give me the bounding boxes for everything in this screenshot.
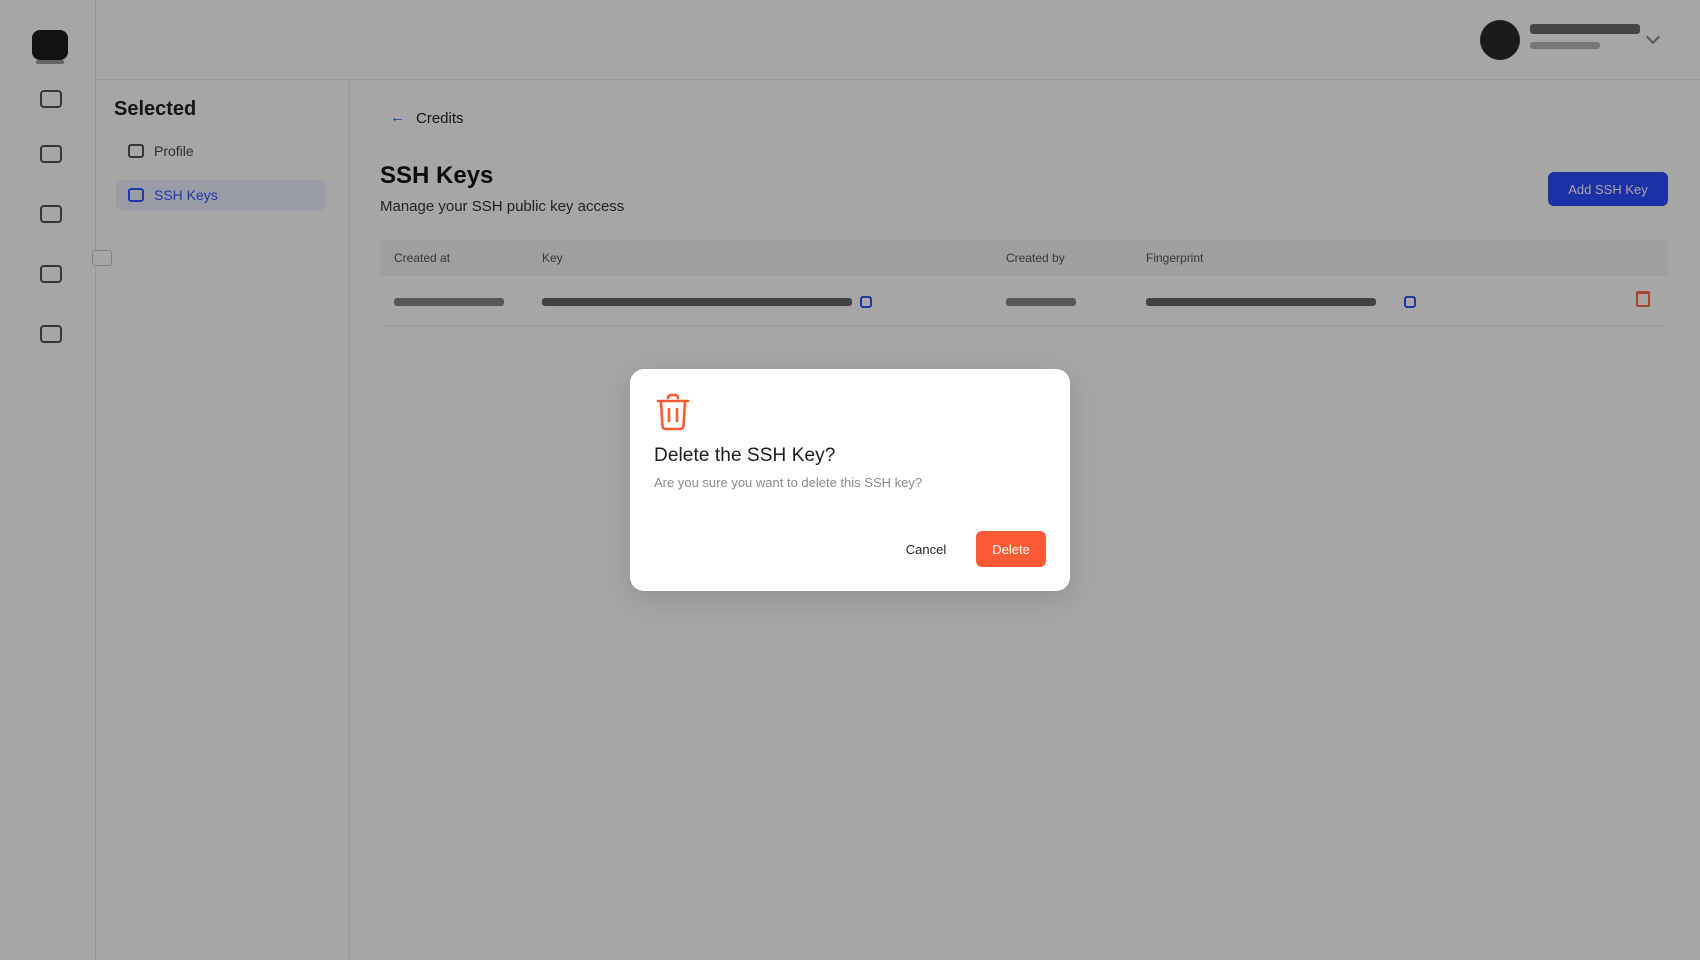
trash-icon	[656, 393, 690, 431]
dialog-title: Delete the SSH Key?	[654, 445, 836, 466]
delete-ssh-key-dialog: Delete the SSH Key? Are you sure you wan…	[630, 369, 1070, 591]
dialog-description: Are you sure you want to delete this SSH…	[654, 475, 923, 490]
cancel-button[interactable]: Cancel	[894, 531, 958, 567]
delete-button[interactable]: Delete	[976, 531, 1046, 567]
